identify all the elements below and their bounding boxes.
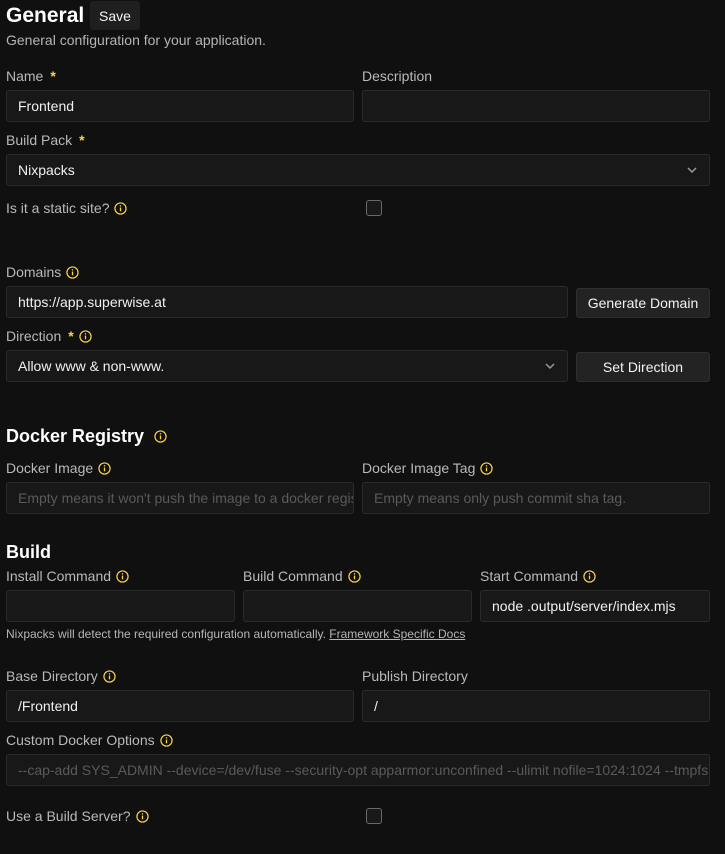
save-button[interactable]: Save [90,1,140,30]
publish-directory-label: Publish Directory [362,668,468,684]
generate-domain-button[interactable]: Generate Domain [576,288,710,318]
docker-image-tag-input[interactable]: Empty means only push commit sha tag. [362,482,710,514]
info-icon[interactable] [79,329,92,343]
page-title: General [6,4,85,27]
direction-label: Direction * [6,328,92,344]
name-input[interactable]: Frontend [6,90,354,122]
build-pack-select[interactable]: Nixpacks [6,154,710,186]
build-command-input[interactable] [243,590,472,622]
build-server-label: Use a Build Server? [6,808,149,824]
required-marker: * [50,68,56,84]
info-icon[interactable] [583,569,596,583]
description-label: Description [362,68,433,84]
custom-docker-options-input[interactable]: --cap-add SYS_ADMIN --device=/dev/fuse -… [6,754,710,786]
build-command-label: Build Command [243,568,361,584]
info-icon[interactable] [154,430,167,443]
info-icon[interactable] [159,733,173,747]
chevron-down-icon [687,167,697,174]
build-heading: Build [6,542,51,562]
framework-docs-link[interactable]: Framework Specific Docs [329,627,465,641]
docker-image-label: Docker Image [6,460,111,476]
info-icon[interactable] [480,461,494,475]
domains-label: Domains [6,264,79,280]
set-direction-button[interactable]: Set Direction [576,352,710,382]
install-command-label: Install Command [6,568,129,584]
info-icon[interactable] [114,201,128,215]
base-directory-input[interactable]: /Frontend [6,690,354,722]
info-icon[interactable] [347,569,361,583]
info-icon[interactable] [116,569,129,583]
docker-registry-heading: Docker Registry [6,426,167,447]
build-pack-label: Build Pack * [6,132,85,148]
info-icon[interactable] [103,669,116,683]
build-server-checkbox[interactable] [366,808,382,824]
required-marker: * [68,328,74,344]
build-pack-value: Nixpacks [18,162,75,178]
nixpacks-help-text: Nixpacks will detect the required config… [6,627,466,641]
start-command-label: Start Command [480,568,596,584]
domains-input[interactable]: https://app.superwise.at [6,286,568,318]
direction-value: Allow www & non-www. [18,358,165,374]
chevron-down-icon [545,363,555,370]
info-icon[interactable] [66,265,79,279]
docker-image-input[interactable]: Empty means it won't push the image to a… [6,482,354,514]
info-icon[interactable] [98,461,111,475]
static-site-label: Is it a static site? [6,200,128,216]
required-marker: * [79,132,85,148]
base-directory-label: Base Directory [6,668,116,684]
start-command-input[interactable]: node .output/server/index.mjs [480,590,710,622]
description-input[interactable] [362,90,710,122]
publish-directory-input[interactable]: / [362,690,710,722]
install-command-input[interactable] [6,590,235,622]
custom-docker-options-label: Custom Docker Options [6,732,173,748]
docker-image-tag-label: Docker Image Tag [362,460,494,476]
info-icon[interactable] [135,809,149,823]
page-subtitle: General configuration for your applicati… [6,32,266,48]
direction-select[interactable]: Allow www & non-www. [6,350,568,382]
name-label: Name * [6,68,56,84]
static-site-checkbox[interactable] [366,200,382,216]
